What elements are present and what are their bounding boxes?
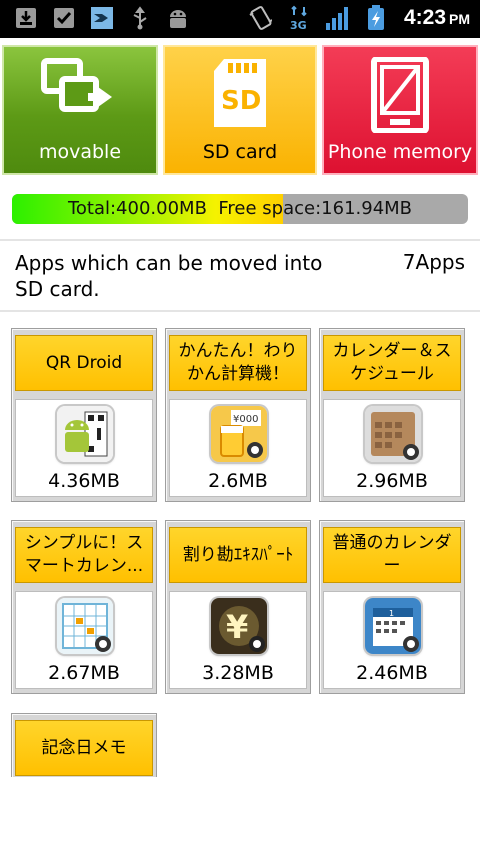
- download-icon: [14, 6, 38, 30]
- app-count: 7Apps: [402, 250, 465, 274]
- normal-calendar-icon: 1: [365, 598, 421, 654]
- app-size: 2.67MB: [48, 662, 120, 684]
- checkbox-icon: [52, 6, 76, 30]
- warikan-calculator-icon: ¥000: [211, 406, 267, 462]
- calendar-schedule-icon: [365, 406, 421, 462]
- info-text: Apps which can be moved into SD card.: [15, 251, 323, 301]
- storage-mode-tabs: movable SD SD card Phone memory: [0, 40, 480, 180]
- app-name: 記念日メモ: [15, 720, 153, 776]
- app-notify-icon: [90, 6, 114, 30]
- app-size: 2.6MB: [208, 470, 268, 492]
- app-size: 2.46MB: [356, 662, 428, 684]
- app-name: シンプルに！スマートカレン...: [15, 527, 153, 583]
- app-card-body: 2.96MB: [323, 399, 461, 497]
- signal-icon: [325, 6, 351, 30]
- warikan-expert-icon: ¥: [211, 598, 267, 654]
- battery-charging-icon: [364, 5, 388, 30]
- move-windows-icon: [40, 57, 120, 131]
- tab-phone-memory[interactable]: Phone memory: [320, 43, 480, 177]
- status-bar: 3G 4:23 PM: [0, 0, 480, 38]
- app-card[interactable]: カレンダー＆スケジュール 2.96MB: [319, 328, 465, 502]
- divider: [0, 310, 480, 312]
- app-name: カレンダー＆スケジュール: [323, 335, 461, 391]
- app-size: 2.96MB: [356, 470, 428, 492]
- svg-text:1: 1: [389, 609, 394, 618]
- svg-text:SD: SD: [221, 86, 261, 116]
- app-card-body: 4.36MB: [15, 399, 153, 497]
- storage-text: Total:400.00MB Free space:161.94MB: [12, 194, 468, 224]
- app-size: 3.28MB: [202, 662, 274, 684]
- qr-droid-icon: [57, 406, 113, 462]
- 3g-data-icon: 3G: [287, 5, 311, 31]
- tab-movable[interactable]: movable: [0, 43, 160, 177]
- divider: [0, 239, 480, 241]
- svg-text:3G: 3G: [290, 19, 307, 31]
- app-card[interactable]: 普通のカレンダー 1 2.46MB: [319, 520, 465, 694]
- usb-icon: [128, 6, 152, 30]
- tab-sd-card-label: SD card: [202, 141, 278, 163]
- smart-calendar-icon: [57, 598, 113, 654]
- app-size: 4.36MB: [48, 470, 120, 492]
- app-name: 普通のカレンダー: [323, 527, 461, 583]
- app-name: かんたん！わりかん計算機！: [169, 335, 307, 391]
- storage-free: Free space:161.94MB: [218, 198, 413, 219]
- android-debug-icon: [166, 6, 190, 30]
- status-clock: 4:23 PM: [403, 6, 470, 29]
- app-card[interactable]: シンプルに！スマートカレン... 2.67MB: [11, 520, 157, 694]
- app-card[interactable]: 記念日メモ: [11, 713, 157, 777]
- tab-movable-label: movable: [38, 141, 122, 163]
- storage-total: Total:400.00MB: [67, 198, 207, 219]
- sd-card-icon: SD: [210, 57, 270, 135]
- vibrate-icon: [248, 6, 272, 30]
- svg-text:¥: ¥: [226, 608, 248, 646]
- tab-phone-memory-label: Phone memory: [327, 141, 473, 163]
- app-card-body: ¥000 2.6MB: [169, 399, 307, 497]
- phone-memory-icon: [370, 56, 430, 137]
- app-name: QR Droid: [15, 335, 153, 391]
- app-card[interactable]: QR Droid 4.36MB: [11, 328, 157, 502]
- app-card[interactable]: かんたん！わりかん計算機！ ¥000 2.6MB: [165, 328, 311, 502]
- app-card[interactable]: 割り勘ｴｷｽﾊﾟｰﾄ ¥ 3.28MB: [165, 520, 311, 694]
- storage-usage-bar: Total:400.00MB Free space:161.94MB: [12, 194, 468, 224]
- tab-sd-card[interactable]: SD SD card: [161, 43, 319, 177]
- app-name: 割り勘ｴｷｽﾊﾟｰﾄ: [169, 527, 307, 583]
- svg-text:¥000: ¥000: [233, 414, 258, 425]
- app-card-body: ¥ 3.28MB: [169, 591, 307, 689]
- app-card-body: 1 2.46MB: [323, 591, 461, 689]
- app-card-body: 2.67MB: [15, 591, 153, 689]
